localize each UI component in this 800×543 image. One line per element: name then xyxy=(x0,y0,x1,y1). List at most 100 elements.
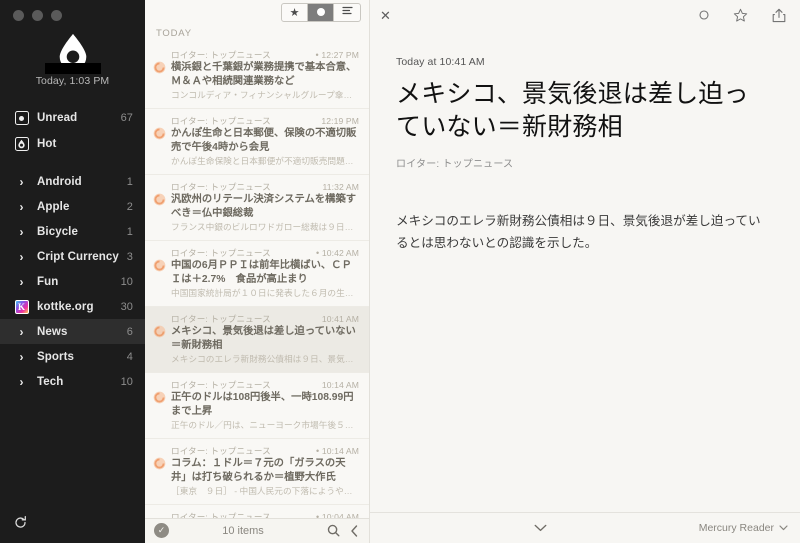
sidebar-item-count: 1 xyxy=(126,175,133,188)
sidebar-item-apple[interactable]: › Apple 2 xyxy=(0,194,145,219)
chevron-left-icon[interactable] xyxy=(350,525,359,537)
list-item-source: ロイター: トップニュース xyxy=(171,248,271,259)
list-item-title: 横浜銀と千葉銀が業務提携で基本合意、Ｍ＆Ａや相続関連業務など xyxy=(171,62,357,87)
list-item[interactable]: ロイター: トップニュース 12:19 PM かんぽ生命と日本郵便、保険の不適切… xyxy=(145,108,369,174)
sidebar-item-tech[interactable]: › Tech 10 xyxy=(0,369,145,394)
list-item[interactable]: ロイター: トップニュース • 10:14 AM コラム：１ドル＝７元の「ガラス… xyxy=(145,438,369,504)
list-item[interactable]: ロイター: トップニュース • 12:27 PM 横浜銀と千葉銀が業務提携で基本… xyxy=(145,43,369,108)
app-window: Today, 1:03 PM Unread 67 Hot › Android 1… xyxy=(0,0,800,543)
list-item-summary: 中国国家統計局が１０日に発表した６月の生産者物… xyxy=(171,288,359,299)
list-item-timestamp: 12:19 PM xyxy=(321,116,359,127)
list-item[interactable]: ロイター: トップニュース • 10:42 AM 中国の6月ＰＰＩは前年比横ばい… xyxy=(145,240,369,306)
list-toolbar: ★ xyxy=(145,0,369,25)
check-circle-icon[interactable]: ✓ xyxy=(154,523,169,539)
list-item-source: ロイター: トップニュース xyxy=(171,50,271,61)
sidebar-item-count: 2 xyxy=(126,200,133,213)
refresh-icon[interactable] xyxy=(13,515,28,535)
share-icon[interactable] xyxy=(772,8,786,23)
sidebar-item-count: 4 xyxy=(126,350,133,363)
sidebar-item-news[interactable]: › News 6 xyxy=(0,319,145,344)
reader-mode-label: Mercury Reader xyxy=(698,522,774,534)
list-item-summary: フランス中銀のビルロワドガロー総裁は９日、汎欧… xyxy=(171,222,359,233)
chevron-right-icon[interactable]: › xyxy=(13,373,30,390)
chevron-right-icon[interactable]: › xyxy=(13,173,30,190)
list-item[interactable]: ロイター: トップニュース 10:41 AM メキシコ、景気後退は差し迫っていな… xyxy=(145,306,369,373)
chevron-right-icon[interactable]: › xyxy=(13,273,30,290)
article-list-scroll[interactable]: ロイター: トップニュース • 12:27 PM 横浜銀と千葉銀が業務提携で基本… xyxy=(145,43,369,518)
sidebar-footer xyxy=(0,507,145,543)
chevron-right-icon[interactable]: › xyxy=(13,323,30,340)
star-outline-icon[interactable] xyxy=(733,8,748,23)
mark-unread-circle-icon[interactable] xyxy=(699,10,709,20)
reader-panel: ✕ Today at 10:41 AM メキシコ、景気後退は差し迫っていない＝新… xyxy=(370,0,800,543)
article-body: メキシコのエレラ新財務公債相は９日、景気後退が差し迫っているとは思わないとの認識… xyxy=(396,213,761,250)
list-item-source: ロイター: トップニュース xyxy=(171,380,271,391)
chevron-right-icon[interactable]: › xyxy=(13,348,30,365)
chevron-down-icon[interactable] xyxy=(779,522,788,534)
list-footer: ✓ 10 items xyxy=(145,517,369,543)
star-icon: ★ xyxy=(289,6,300,19)
list-item[interactable]: ロイター: トップニュース 11:32 AM 汎欧州のリテール決済システムを構築… xyxy=(145,174,369,240)
unread-dot-icon xyxy=(13,110,30,127)
view-mode-all[interactable] xyxy=(334,4,360,21)
list-section-header: TODAY xyxy=(156,28,192,40)
list-item-time: • 12:27 PM xyxy=(315,50,359,61)
sidebar-item-label: Android xyxy=(37,175,82,188)
search-icon[interactable] xyxy=(327,524,340,537)
sidebar-item-unread[interactable]: Unread 67 xyxy=(0,105,145,131)
feed-favicon-icon xyxy=(153,61,166,74)
sidebar-item-label: kottke.org xyxy=(37,300,94,313)
list-item-summary: 正午のドル／円は、ニューヨーク市場午後５時時点… xyxy=(171,420,359,431)
sidebar-item-fun[interactable]: › Fun 10 xyxy=(0,269,145,294)
list-item-title: コラム：１ドル＝７元の「ガラスの天井」は打ち破られるか＝植野大作氏 xyxy=(171,458,346,483)
list-item-time: • 10:04 AM xyxy=(310,511,359,518)
article-source: ロイター: トップニュース xyxy=(396,159,514,170)
list-lines-icon xyxy=(341,6,353,18)
view-mode-unread[interactable] xyxy=(308,3,334,21)
list-item-timestamp: 12:27 PM xyxy=(321,50,359,61)
sidebar-item-count: 1 xyxy=(126,225,133,238)
chevron-right-icon[interactable]: › xyxy=(13,223,30,240)
kottke-favicon: K xyxy=(13,298,30,315)
sidebar-item-hot[interactable]: Hot xyxy=(0,131,145,157)
sidebar-item-count: 67 xyxy=(120,112,133,124)
close-icon[interactable]: ✕ xyxy=(380,9,391,22)
sidebar-item-label: Sports xyxy=(37,350,75,363)
zoom-window-button[interactable] xyxy=(51,10,62,21)
list-item-source: ロイター: トップニュース xyxy=(171,512,271,518)
sidebar-item-android[interactable]: › Android 1 xyxy=(0,169,145,194)
item-count-label: 10 items xyxy=(222,524,264,537)
list-item-summary: コンコルディア・フィナンシャルグループ傘下の横… xyxy=(171,90,359,101)
reader-toolbar: ✕ xyxy=(370,0,800,30)
list-item[interactable]: ロイター: トップニュース 10:14 AM 正午のドルは108円後半、一時10… xyxy=(145,372,369,438)
article-title: メキシコ、景気後退は差し迫っていない＝新財務相 xyxy=(396,79,749,141)
sidebar-item-bicycle[interactable]: › Bicycle 1 xyxy=(0,219,145,244)
brand-block: Today, 1:03 PM xyxy=(0,26,145,87)
sidebar-item-label: Hot xyxy=(37,138,57,150)
chevron-down-icon[interactable] xyxy=(534,524,547,532)
list-item-time: 10:14 AM xyxy=(316,379,359,391)
window-traffic-lights[interactable] xyxy=(0,0,145,26)
chevron-right-icon[interactable]: › xyxy=(13,248,30,265)
reader-mode-selector[interactable]: Mercury Reader xyxy=(547,522,788,534)
list-item-source: ロイター: トップニュース xyxy=(171,182,271,193)
sidebar-item-kottke-org[interactable]: K kottke.org 30 xyxy=(0,294,145,319)
sidebar-item-cript-currency[interactable]: › Cript Currency 3 xyxy=(0,244,145,269)
list-item[interactable]: ロイター: トップニュース • 10:04 AM 日本の輸出規制強化、長期化する… xyxy=(145,504,369,518)
reader-footer: Mercury Reader xyxy=(370,512,800,543)
sidebar-item-count: 30 xyxy=(120,300,133,313)
list-item-title: メキシコ、景気後退は差し迫っていない＝新財務相 xyxy=(171,326,356,351)
chevron-right-icon[interactable]: › xyxy=(13,198,30,215)
sidebar-item-sports[interactable]: › Sports 4 xyxy=(0,344,145,369)
sidebar-item-label: Tech xyxy=(37,375,64,388)
article-content: Today at 10:41 AM メキシコ、景気後退は差し迫っていない＝新財務… xyxy=(370,30,800,512)
view-mode-starred[interactable]: ★ xyxy=(282,3,308,21)
minimize-window-button[interactable] xyxy=(32,10,43,21)
list-item-time: 10:41 AM xyxy=(316,313,359,325)
view-mode-segmented-control[interactable]: ★ xyxy=(281,2,361,22)
feed-favicon-icon xyxy=(153,259,166,272)
close-window-button[interactable] xyxy=(13,10,24,21)
list-item-source: ロイター: トップニュース xyxy=(171,446,271,457)
hot-flame-icon xyxy=(13,136,30,153)
